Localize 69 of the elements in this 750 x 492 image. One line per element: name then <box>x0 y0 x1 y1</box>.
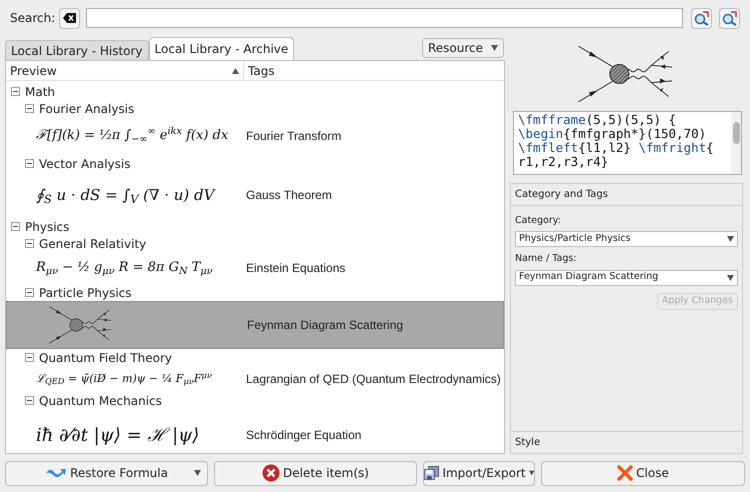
close-icon <box>617 465 634 481</box>
restore-button[interactable]: Restore Formula <box>5 460 208 486</box>
panel-title: Category and Tags <box>511 184 742 206</box>
category-label[interactable]: Fourier Analysis <box>39 100 134 118</box>
caret-icon <box>491 45 498 51</box>
search-next-button[interactable] <box>719 8 740 28</box>
category-label[interactable]: General Relativity <box>39 234 146 252</box>
category-label[interactable]: Physics <box>25 218 70 236</box>
category-label[interactable]: Quantum Field Theory <box>39 348 172 366</box>
search-label: Search: <box>10 10 56 27</box>
code-line: \fmfframe(5,5)(5,5) { <box>518 113 678 127</box>
search-icon <box>694 10 710 26</box>
search-field[interactable] <box>86 8 683 28</box>
code-line: \fmfleft{l1,l2} \fmfright{ <box>518 141 715 155</box>
column-header[interactable]: Tags <box>244 61 504 80</box>
library-row[interactable]: iħ ∂⁄∂t |ψ⟩ = ℋ |ψ⟩ Schrödinger Equation <box>6 409 504 453</box>
tags-text: Einstein Equations <box>246 260 346 277</box>
import-button[interactable]: Import/Export <box>423 460 535 486</box>
caret-icon <box>727 236 734 242</box>
tags-text: Lagrangian of QED (Quantum Electrodynamics) <box>246 371 501 388</box>
category-label[interactable]: Particle Physics <box>39 284 132 302</box>
clear-search-button[interactable] <box>59 8 80 28</box>
category-label[interactable]: Math <box>25 82 56 100</box>
library-row[interactable]: R$_{μν}$ − ½ g$_{μν}$ R = 8π G$_{N}$ T$_{μν}$ Einstein Equations <box>6 252 504 284</box>
resource-dropdown[interactable]: Resource <box>422 38 504 58</box>
collapse-toggle[interactable] <box>25 104 34 113</box>
category-label[interactable]: Quantum Mechanics <box>39 392 162 410</box>
tags-text: Gauss Theorem <box>246 187 332 204</box>
tags-text: Schrödinger Equation <box>246 427 362 444</box>
column-header[interactable]: Preview <box>6 61 244 80</box>
library-row[interactable]: ℱ[f](k) = ¹⁄₂π ∫$_{−∞}$$^{∞}$ e$^{ikx}$ f(x) dx Fourier Transform <box>6 117 504 155</box>
formula: ℒ$_{QED}$ = ψ̄(iD̸ − m)ψ − ¼ F$_{μν}$F$^{μν}$ <box>36 370 212 388</box>
formula: ℱ[f](k) = ¹⁄₂π ∫$_{−∞}$$^{∞}$ e$^{ikx}$ f(x) dx <box>36 126 228 146</box>
collapse-toggle[interactable] <box>25 288 34 297</box>
collapse-toggle[interactable] <box>25 396 34 405</box>
collapse-toggle[interactable] <box>11 222 20 231</box>
tags-text: Feynman Diagram Scattering <box>247 317 404 334</box>
code-line: \begin{fmfgraph*}(150,70) <box>518 127 708 141</box>
library-row[interactable]: ∮$_{S}$ u · dS = ∫$_{V}$ (∇ · u) dV Gauss Theorem <box>6 172 504 218</box>
search-icon <box>722 10 738 26</box>
caret-icon <box>727 274 734 280</box>
floppy-disks-icon <box>424 464 440 482</box>
collapse-toggle[interactable] <box>25 353 34 362</box>
collapse-toggle[interactable] <box>25 159 34 168</box>
search-previous-button[interactable] <box>691 8 712 28</box>
library-row[interactable]: ℒ$_{QED}$ = ψ̄(iD̸ − m)ψ − ¼ F$_{μν}$F$^{μν}$ Lagrangian of QED (Quantum Electrodynamics) <box>6 366 504 392</box>
swirl-arrow-icon <box>45 466 68 480</box>
library-row[interactable]: Feynman Diagram Scattering <box>6 301 504 349</box>
tab[interactable]: Local Library - History <box>5 40 149 60</box>
code-editor[interactable]: \fmfframe(5,5)(5,5) { \begin{fmfgraph*}(150,70) \fmfleft{l1,l2} \fmfright{ r1,r2,r3,r4} <box>513 111 742 175</box>
tab[interactable]: Local Library - Archive <box>148 37 294 60</box>
collapse-toggle[interactable] <box>25 239 34 248</box>
category-dropdown[interactable]: Physics/Particle Physics <box>515 231 738 248</box>
delete-icon <box>262 464 280 482</box>
close-button[interactable]: Close <box>541 460 745 486</box>
formula: ∮$_{S}$ u · dS = ∫$_{V}$ (∇ · u) dV <box>36 184 214 206</box>
scrollbar[interactable] <box>731 112 741 174</box>
formula: iħ ∂⁄∂t |ψ⟩ = ℋ |ψ⟩ <box>36 424 200 448</box>
style-section-title: Style <box>511 431 742 453</box>
field-label: Name / Tags: <box>515 252 578 266</box>
clear-icon <box>63 13 76 23</box>
tags-dropdown[interactable]: Feynman Diagram Scattering <box>515 270 738 286</box>
tags-text: Fourier Transform <box>246 128 342 145</box>
collapse-toggle[interactable] <box>11 87 20 96</box>
field-label: Category: <box>515 214 562 228</box>
delete-button[interactable]: Delete item(s) <box>214 460 417 486</box>
code-line: r1,r2,r3,r4} <box>518 155 610 169</box>
category-label[interactable]: Vector Analysis <box>39 154 130 172</box>
formula: R$_{μν}$ − ½ g$_{μν}$ R = 8π G$_{N}$ T$_{μν}$ <box>36 259 213 278</box>
